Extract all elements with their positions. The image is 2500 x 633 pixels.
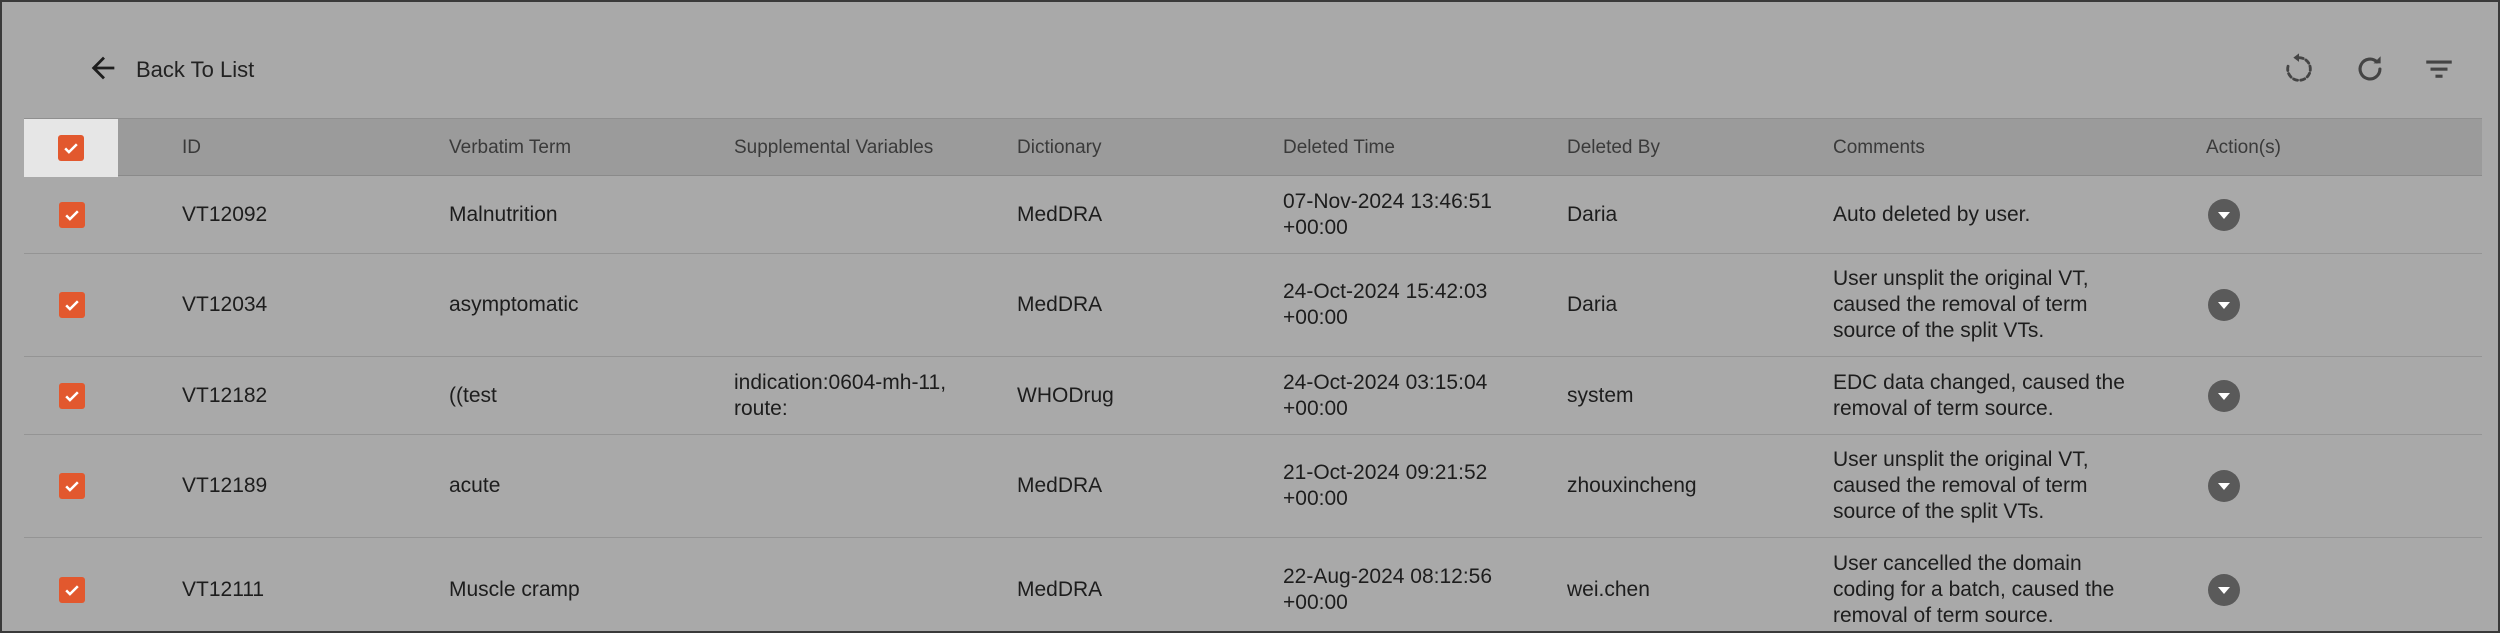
cell-id: VT12111 [182, 577, 265, 601]
cell-comments: User cancelled the domain coding for a b… [1833, 551, 2115, 627]
cell-actions [2208, 357, 2240, 434]
cell-verbatim-term: Muscle cramp [449, 577, 580, 601]
table-header-row: ID Verbatim Term Supplemental Variables … [24, 118, 2482, 177]
check-icon [65, 300, 79, 311]
cell-verbatim-term: acute [449, 474, 501, 497]
table-row[interactable]: VT12034 asymptomatic MedDRA 24-Oct-2024 … [24, 254, 2482, 357]
table-row[interactable]: VT12182 ((test indication:0604-mh-11, ro… [24, 357, 2482, 435]
check-icon [65, 584, 79, 596]
undo-icon [2282, 52, 2316, 91]
column-header-comments[interactable]: Comments [1833, 119, 1925, 177]
cell-id: VT12034 [182, 293, 268, 316]
cell-verbatim-term: Malnutrition [449, 202, 558, 226]
row-actions-button[interactable] [2208, 573, 2240, 606]
filter-icon [2422, 52, 2456, 91]
arrow-left-icon [86, 51, 120, 90]
row-checkbox-cell [59, 435, 85, 537]
table-row[interactable]: VT12111 Muscle cramp MedDRA 22-Aug-2024 … [24, 538, 2482, 633]
cell-actions [2208, 254, 2240, 356]
column-header-id[interactable]: ID [182, 119, 201, 177]
cell-verbatim-term: ((test [449, 383, 497, 407]
cell-comments: EDC data changed, caused the removal of … [1833, 370, 2125, 420]
cell-deleted-time: 24-Oct-2024 03:15:04 +00:00 [1283, 370, 1488, 420]
row-checkbox[interactable] [59, 382, 85, 409]
cell-deleted-time: 22-Aug-2024 08:12:56 +00:00 [1283, 564, 1493, 614]
column-header-deleted-by[interactable]: Deleted By [1567, 119, 1660, 177]
caret-down-icon [2218, 302, 2230, 309]
cell-comments: User unsplit the original VT, caused the… [1833, 267, 2089, 342]
row-checkbox[interactable] [59, 201, 85, 228]
cell-actions [2208, 435, 2240, 537]
toolbar: Back To List [2, 2, 2498, 118]
cell-deleted-by: wei.chen [1567, 577, 1650, 601]
column-header-supplemental-variables[interactable]: Supplemental Variables [734, 119, 933, 177]
cell-comments: User unsplit the original VT, caused the… [1833, 448, 2089, 523]
check-icon [65, 481, 79, 492]
column-header-verbatim-term[interactable]: Verbatim Term [449, 119, 571, 177]
cell-deleted-by: zhouxincheng [1567, 474, 1697, 497]
row-checkbox[interactable] [59, 292, 85, 318]
undo-button[interactable] [2278, 50, 2320, 92]
cell-deleted-by: Daria [1567, 202, 1618, 226]
table-row[interactable]: VT12092 Malnutrition MedDRA 07-Nov-2024 … [24, 176, 2482, 254]
cell-id: VT12092 [182, 202, 268, 226]
cell-dictionary: WHODrug [1017, 383, 1114, 407]
row-checkbox[interactable] [59, 576, 85, 603]
filter-button[interactable] [2418, 50, 2460, 92]
caret-down-icon [2218, 211, 2230, 219]
column-header-actions: Action(s) [2206, 137, 2281, 158]
row-actions-button[interactable] [2208, 470, 2240, 502]
cell-supplemental-variables: indication:0604-mh-11, route: [734, 370, 947, 420]
column-header-dictionary[interactable]: Dictionary [1017, 119, 1101, 177]
row-actions-button[interactable] [2208, 289, 2240, 321]
back-to-list-label: Back To List [136, 57, 255, 82]
cell-id: VT12189 [182, 474, 268, 497]
cell-dictionary: MedDRA [1017, 577, 1103, 601]
column-header-deleted-time[interactable]: Deleted Time [1283, 119, 1395, 177]
cell-actions [2208, 176, 2240, 253]
cell-deleted-time: 07-Nov-2024 13:46:51 +00:00 [1283, 189, 1492, 239]
caret-down-icon [2218, 586, 2230, 594]
cell-verbatim-term: asymptomatic [449, 293, 579, 316]
check-icon [65, 209, 79, 221]
row-checkbox-cell [59, 254, 85, 356]
row-actions-button[interactable] [2208, 198, 2240, 231]
cell-comments: Auto deleted by user. [1833, 202, 2031, 226]
row-actions-button[interactable] [2208, 379, 2240, 412]
caret-down-icon [2218, 392, 2230, 400]
deleted-terms-table: ID Verbatim Term Supplemental Variables … [24, 118, 2482, 633]
cell-actions [2208, 538, 2240, 633]
select-all-checkbox[interactable] [58, 135, 84, 161]
row-checkbox-cell [59, 538, 85, 633]
caret-down-icon [2218, 483, 2230, 490]
cell-dictionary: MedDRA [1017, 293, 1103, 316]
row-checkbox[interactable] [59, 473, 85, 499]
cell-deleted-by: system [1567, 383, 1634, 407]
check-icon [65, 390, 79, 402]
cell-dictionary: MedDRA [1017, 202, 1103, 226]
cell-deleted-time: 24-Oct-2024 15:42:03 +00:00 [1283, 280, 1488, 329]
cell-deleted-by: Daria [1567, 293, 1618, 316]
cell-dictionary: MedDRA [1017, 474, 1103, 497]
cell-id: VT12182 [182, 383, 268, 407]
table-row[interactable]: VT12189 acute MedDRA 21-Oct-2024 09:21:5… [24, 435, 2482, 538]
back-to-list-button[interactable]: Back To List [86, 52, 254, 88]
refresh-icon [2353, 52, 2387, 91]
cell-deleted-time: 21-Oct-2024 09:21:52 +00:00 [1283, 461, 1488, 510]
row-checkbox-cell [59, 176, 85, 253]
check-icon [64, 143, 78, 154]
refresh-button[interactable] [2349, 50, 2391, 92]
select-all-cell [24, 119, 118, 177]
row-checkbox-cell [59, 357, 85, 434]
